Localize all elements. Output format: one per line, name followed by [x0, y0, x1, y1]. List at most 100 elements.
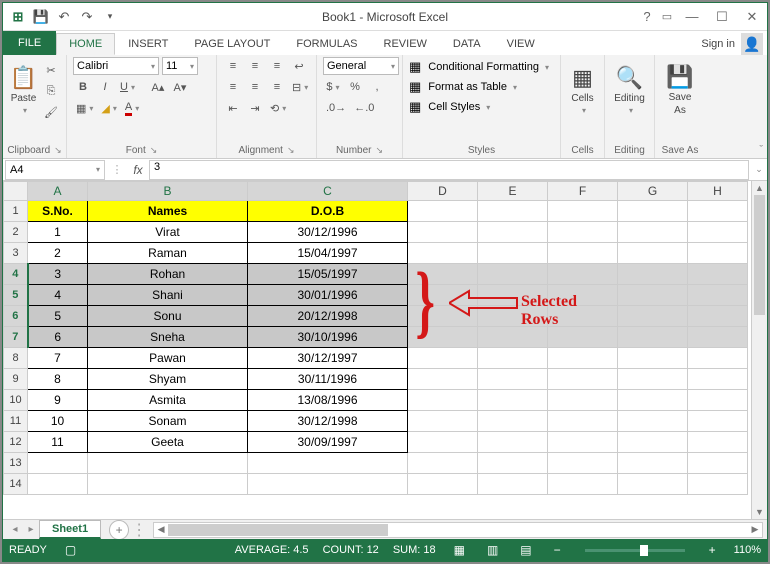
increase-decimal-icon[interactable]: .0→ — [323, 99, 349, 117]
tab-review[interactable]: REVIEW — [371, 33, 440, 55]
cell[interactable] — [548, 411, 618, 432]
col-header-F[interactable]: F — [548, 182, 618, 201]
align-top-icon[interactable]: ≡ — [223, 57, 243, 75]
cell-C1[interactable]: D.O.B — [248, 201, 408, 222]
cell[interactable] — [408, 327, 478, 348]
horizontal-scroll-thumb[interactable] — [168, 524, 388, 536]
increase-font-icon[interactable]: A▴ — [148, 78, 168, 96]
decrease-decimal-icon[interactable]: ←.0 — [351, 99, 377, 117]
cell[interactable] — [478, 453, 548, 474]
scroll-up-icon[interactable]: ▲ — [752, 181, 767, 195]
save-as-button[interactable]: 💾SaveAs — [661, 57, 699, 123]
cell-C10[interactable]: 13/08/1996 — [248, 390, 408, 411]
cell[interactable] — [408, 264, 478, 285]
paste-button[interactable]: 📋 Paste ▾ — [9, 57, 38, 123]
tab-home[interactable]: HOME — [56, 33, 115, 55]
scroll-left-icon[interactable]: ◀ — [154, 523, 168, 537]
minimize-button[interactable]: — — [677, 5, 707, 29]
bold-button[interactable]: B — [73, 78, 93, 96]
cell[interactable] — [478, 348, 548, 369]
conditional-formatting-button[interactable]: ▦Conditional Formatting▾ — [409, 59, 549, 75]
zoom-in-button[interactable]: + — [705, 543, 720, 557]
cell[interactable] — [688, 285, 748, 306]
orientation-icon[interactable]: ⟲▾ — [267, 99, 289, 117]
row-header-14[interactable]: 14 — [4, 474, 28, 495]
row-header-3[interactable]: 3 — [4, 243, 28, 264]
macro-record-icon[interactable]: ▢ — [61, 543, 80, 557]
formula-input[interactable]: 3 — [149, 160, 749, 180]
cell-A5[interactable]: 4 — [28, 285, 88, 306]
qat-customize-icon[interactable]: ▾ — [99, 6, 121, 28]
row-header-13[interactable]: 13 — [4, 453, 28, 474]
format-as-table-button[interactable]: ▦Format as Table▾ — [409, 79, 549, 95]
italic-button[interactable]: I — [95, 78, 115, 96]
tab-insert[interactable]: INSERT — [115, 33, 181, 55]
clipboard-launcher[interactable]: ↘ — [54, 145, 62, 156]
vertical-scrollbar[interactable]: ▲ ▼ — [751, 181, 767, 519]
cell[interactable] — [478, 411, 548, 432]
cell[interactable] — [548, 432, 618, 453]
align-center-icon[interactable]: ≡ — [245, 78, 265, 96]
cell-B1[interactable]: Names — [88, 201, 248, 222]
cell[interactable] — [548, 264, 618, 285]
cell[interactable] — [478, 327, 548, 348]
decrease-indent-icon[interactable]: ⇤ — [223, 99, 243, 117]
cell[interactable] — [28, 453, 88, 474]
col-header-G[interactable]: G — [618, 182, 688, 201]
font-launcher[interactable]: ↘ — [150, 145, 158, 156]
cell[interactable] — [248, 453, 408, 474]
name-box[interactable]: A4▾ — [5, 160, 105, 180]
cell[interactable] — [618, 390, 688, 411]
cell[interactable] — [408, 201, 478, 222]
add-sheet-button[interactable]: + — [109, 520, 129, 540]
alignment-launcher[interactable]: ↘ — [287, 145, 295, 156]
cell-A6[interactable]: 5 — [28, 306, 88, 327]
number-format-combo[interactable]: General▾ — [323, 57, 399, 75]
tab-file[interactable]: FILE — [3, 31, 56, 55]
col-header-E[interactable]: E — [478, 182, 548, 201]
cell[interactable] — [688, 432, 748, 453]
cell-C6[interactable]: 20/12/1998 — [248, 306, 408, 327]
cell-B2[interactable]: Virat — [88, 222, 248, 243]
cell[interactable] — [688, 201, 748, 222]
cell-C8[interactable]: 30/12/1997 — [248, 348, 408, 369]
cell[interactable] — [618, 285, 688, 306]
cells-button[interactable]: ▦Cells▾ — [567, 57, 598, 123]
cell[interactable] — [478, 432, 548, 453]
horizontal-scrollbar[interactable]: ◀ ▶ — [153, 522, 763, 538]
cell[interactable] — [688, 264, 748, 285]
col-header-B[interactable]: B — [88, 182, 248, 201]
scroll-down-icon[interactable]: ▼ — [752, 505, 767, 519]
cell-A11[interactable]: 10 — [28, 411, 88, 432]
cell[interactable] — [478, 474, 548, 495]
percent-icon[interactable]: % — [345, 78, 365, 96]
cell[interactable] — [618, 474, 688, 495]
cell[interactable] — [548, 474, 618, 495]
cell[interactable] — [548, 243, 618, 264]
sheet-nav-prev[interactable]: ◂ — [7, 524, 23, 535]
tab-view[interactable]: VIEW — [494, 33, 548, 55]
cell[interactable] — [88, 453, 248, 474]
cell[interactable] — [618, 411, 688, 432]
cell[interactable] — [618, 243, 688, 264]
wrap-text-icon[interactable]: ↩ — [289, 57, 309, 75]
cell-A4[interactable]: 3 — [28, 264, 88, 285]
cell[interactable] — [618, 348, 688, 369]
cell[interactable] — [478, 264, 548, 285]
merge-center-icon[interactable]: ⊟▾ — [289, 78, 311, 96]
cell-C12[interactable]: 30/09/1997 — [248, 432, 408, 453]
cell[interactable] — [618, 453, 688, 474]
increase-indent-icon[interactable]: ⇥ — [245, 99, 265, 117]
row-header-11[interactable]: 11 — [4, 411, 28, 432]
excel-icon[interactable]: ⊞ — [7, 6, 29, 28]
cell[interactable] — [408, 432, 478, 453]
sign-in-link[interactable]: Sign in — [701, 38, 735, 50]
cell-styles-button[interactable]: ▦Cell Styles▾ — [409, 99, 549, 115]
redo-qat-icon[interactable]: ↷ — [76, 6, 98, 28]
col-header-C[interactable]: C — [248, 182, 408, 201]
cell[interactable] — [548, 306, 618, 327]
font-color-button[interactable]: A▾ — [122, 99, 142, 117]
cell[interactable] — [408, 474, 478, 495]
cell[interactable] — [408, 411, 478, 432]
cell[interactable] — [548, 222, 618, 243]
